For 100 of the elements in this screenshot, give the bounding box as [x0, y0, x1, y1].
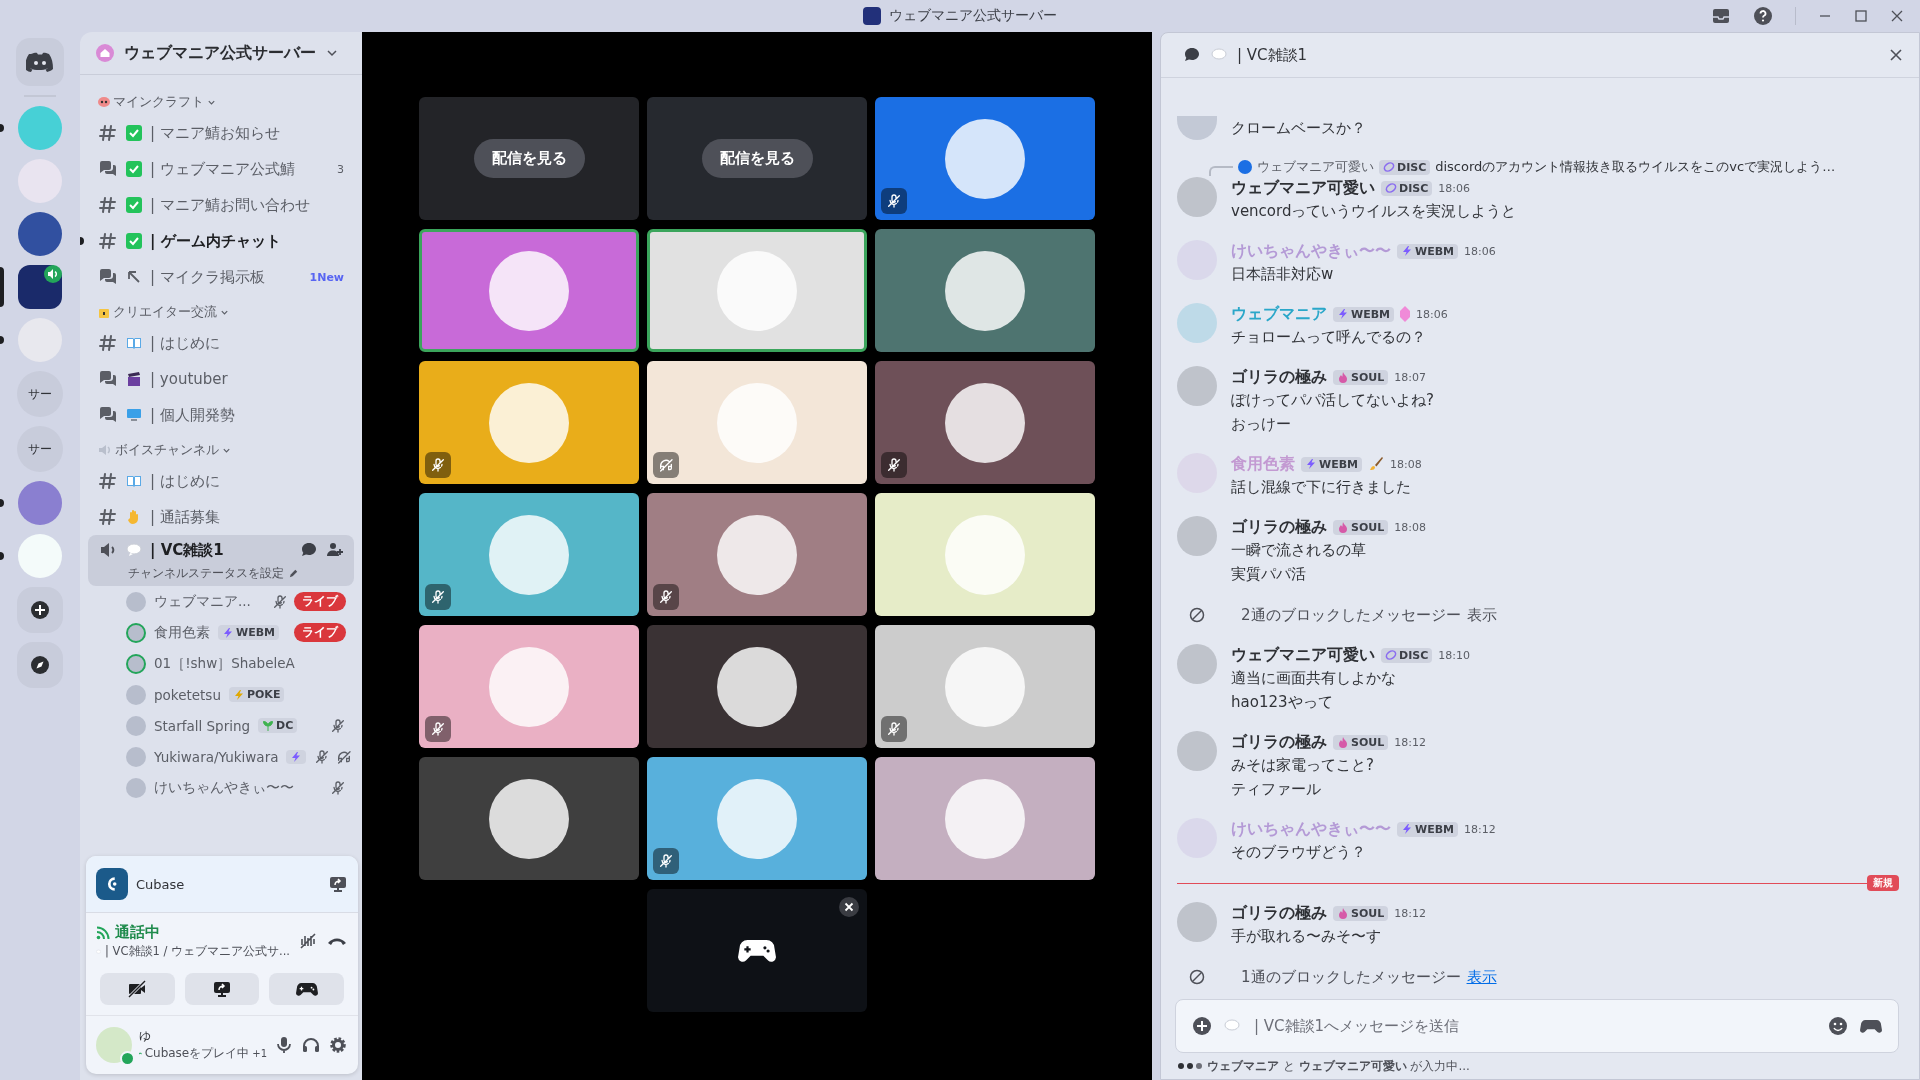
activity-button[interactable] — [269, 973, 344, 1005]
category-header[interactable]: クリエイター交流 — [88, 295, 354, 325]
pencil-icon[interactable] — [288, 568, 299, 579]
server-tag: SOUL — [1333, 734, 1389, 750]
voice-member[interactable]: poketetsu POKE — [88, 679, 354, 710]
plus-icon[interactable] — [1192, 1016, 1212, 1036]
voice-member[interactable]: Yukiwara/Yukiwara — [88, 741, 354, 772]
server-tag: WEBM — [1397, 243, 1458, 259]
author-name[interactable]: ウェブマニア可愛い — [1231, 177, 1375, 199]
channel-item[interactable]: | youtuber — [88, 361, 354, 397]
voice-member[interactable]: Starfall Spring DC — [88, 710, 354, 741]
server-tag: WEBM — [1301, 456, 1362, 472]
participant-tile[interactable] — [419, 361, 639, 484]
author-name[interactable]: ゴリラの極み — [1231, 366, 1327, 388]
server-tag: WEBM — [218, 625, 279, 640]
channel-item[interactable]: | ウェブマニア公式鯖 3 — [88, 151, 354, 187]
screen-share-icon[interactable] — [328, 874, 348, 894]
signal-icon — [96, 925, 110, 940]
stream-tile[interactable]: 配信を見る — [647, 97, 867, 220]
category-header[interactable]: ボイスチャンネル — [88, 433, 354, 463]
participant-tile[interactable] — [875, 97, 1095, 220]
lightning-icon — [1401, 245, 1413, 257]
author-name[interactable]: ウェブマニア可愛い — [1231, 644, 1375, 666]
participant-tile[interactable] — [647, 757, 867, 880]
channel-item[interactable]: | はじめに — [88, 463, 354, 499]
channel-status-text[interactable]: チャンネルステータスを設定 — [128, 565, 284, 582]
call-channel[interactable]: | VC雑談1 / ウェブマニア公式サ... — [105, 944, 290, 959]
server-header[interactable]: ウェブマニア公式サーバー — [80, 32, 362, 75]
author-name[interactable]: ゴリラの極み — [1231, 731, 1327, 753]
participant-tile[interactable] — [875, 757, 1095, 880]
participant-tile[interactable] — [647, 625, 867, 748]
emoji-icon[interactable] — [1828, 1016, 1848, 1036]
user-activity: Cubaseをプレイ中 — [144, 1045, 250, 1062]
timestamp: 18:07 — [1394, 370, 1426, 384]
stream-tile[interactable]: 配信を見る — [419, 97, 639, 220]
avatar — [1177, 366, 1217, 406]
unread-count: 3 — [337, 162, 344, 176]
deafened-headphones-icon — [336, 748, 353, 765]
server-label: サー — [28, 385, 52, 403]
show-link[interactable]: 表示 — [1466, 605, 1497, 625]
channel-item[interactable]: | ゲーム内チャット — [88, 223, 354, 259]
activity-tile[interactable] — [647, 889, 867, 1012]
voice-member[interactable]: けいちゃんやきぃ〜〜 — [88, 772, 354, 803]
channel-item[interactable]: | 通話募集 — [88, 499, 354, 535]
participant-tile[interactable] — [875, 229, 1095, 352]
category-header[interactable]: マインクラフト — [88, 85, 354, 115]
chat-bubble-icon — [1183, 46, 1201, 64]
home-button[interactable] — [16, 38, 64, 86]
settings-icon[interactable] — [328, 1035, 348, 1055]
headphones-icon[interactable] — [301, 1035, 321, 1055]
monitor-icon — [126, 407, 142, 423]
participant-tile[interactable] — [875, 361, 1095, 484]
participant-tile[interactable] — [419, 493, 639, 616]
participant-tile[interactable] — [419, 757, 639, 880]
camera-off-button[interactable] — [100, 973, 175, 1005]
chat-bubbles-icon — [98, 267, 118, 287]
show-link[interactable]: 表示 — [1466, 967, 1497, 987]
voice-member[interactable]: 食用色素 WEBM ライブ — [88, 617, 354, 648]
channel-item[interactable]: | マニア鯖お知らせ — [88, 115, 354, 151]
server-indicator — [0, 124, 4, 132]
inbox-icon[interactable] — [1711, 6, 1731, 26]
participant-tile[interactable] — [875, 493, 1095, 616]
screen-share-button[interactable] — [184, 973, 260, 1005]
channel-item[interactable]: | マイクラ掲示板 1New — [88, 259, 354, 295]
participant-tile[interactable] — [419, 229, 639, 352]
close-icon[interactable] — [839, 897, 859, 917]
sprout-icon — [262, 719, 275, 732]
add-server-button[interactable] — [17, 587, 63, 633]
author-name[interactable]: ゴリラの極み — [1231, 902, 1327, 924]
message-input[interactable]: | VC雑談1へメッセージを送信 — [1252, 1016, 1816, 1036]
participant-tile[interactable] — [647, 361, 867, 484]
participant-tile[interactable] — [647, 493, 867, 616]
help-icon[interactable] — [1753, 6, 1773, 26]
author-name[interactable]: ゴリラの極み — [1231, 516, 1327, 538]
crystal-icon — [1400, 306, 1410, 322]
close-icon[interactable] — [1889, 48, 1903, 62]
new-messages-badge: 新規 — [1867, 875, 1899, 891]
voice-channel[interactable]: | VC雑談1 — [88, 535, 354, 565]
chat-bubble-icon[interactable] — [300, 541, 318, 559]
avatar — [1238, 160, 1252, 174]
add-person-icon[interactable] — [326, 541, 344, 559]
participant-tile[interactable] — [875, 625, 1095, 748]
watch-stream-button[interactable]: 配信を見る — [701, 139, 813, 178]
noise-suppression-icon[interactable] — [298, 931, 318, 951]
muted-mic-icon — [330, 717, 346, 734]
participant-tile[interactable] — [419, 625, 639, 748]
maximize-icon[interactable] — [1854, 9, 1868, 23]
muted-mic-icon — [272, 593, 288, 610]
watch-stream-button[interactable]: 配信を見る — [473, 139, 585, 178]
channel-item[interactable]: | 個人開発勢 — [88, 397, 354, 433]
channel-item[interactable]: | はじめに — [88, 325, 354, 361]
timestamp: 18:12 — [1394, 906, 1426, 920]
voice-member[interactable]: ウェブマニア... ライブ — [88, 586, 354, 617]
microphone-icon[interactable] — [274, 1035, 294, 1055]
voice-member[interactable]: 01［!shw］ShabeleA — [88, 648, 354, 679]
explore-button[interactable] — [17, 642, 63, 688]
lightning-icon — [1401, 823, 1413, 835]
channel-item[interactable]: | マニア鯖お問い合わせ — [88, 187, 354, 223]
message-field[interactable]: | VC雑談1へメッセージを送信 — [1175, 999, 1899, 1053]
participant-tile[interactable] — [647, 229, 867, 352]
